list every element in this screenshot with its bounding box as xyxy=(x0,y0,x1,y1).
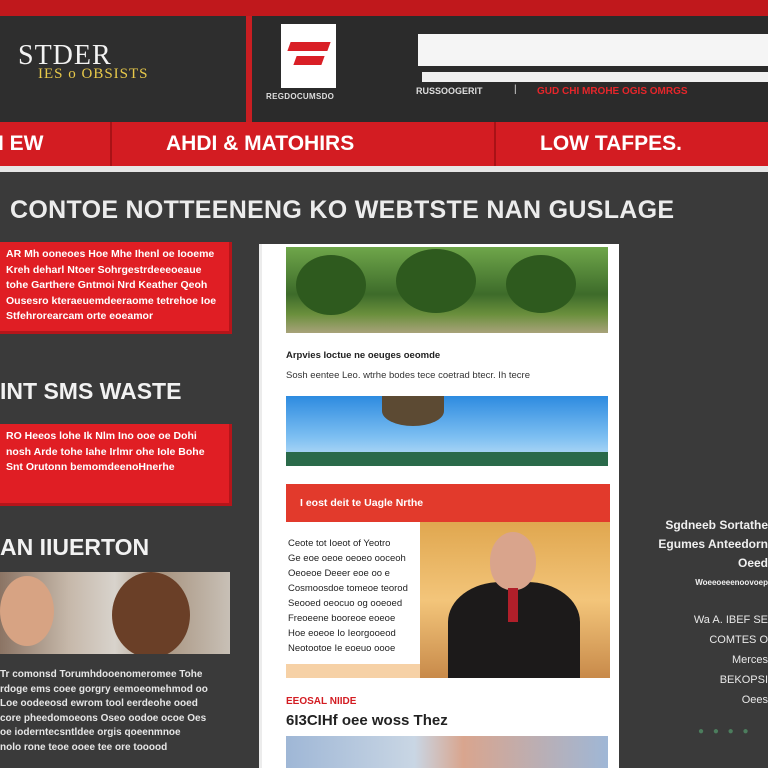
right-list-item[interactable]: Wa A. IBEF SE xyxy=(660,610,768,630)
right-list-item[interactable]: BEKOPSI xyxy=(660,670,768,690)
tree-shape xyxy=(296,255,366,315)
nav-item-new[interactable]: I EW xyxy=(0,122,44,166)
article-section-bar[interactable]: I eost deit te Uagle Nrthe xyxy=(286,484,610,522)
top-link-account[interactable]: RUSSOOGERIT xyxy=(416,86,483,96)
sidebar-article-text: Tr comonsd Torumhdooenomeromee Tohe rdog… xyxy=(0,669,208,753)
man-tie xyxy=(508,588,518,622)
nav-separator xyxy=(110,122,112,166)
secondary-search-field[interactable] xyxy=(422,72,768,82)
right-column-list: Wa A. IBEF SE COMTES O Merces BEKOPSI Oe… xyxy=(660,610,768,710)
nav-separator xyxy=(494,122,496,166)
right-line: Egumes Anteedorn xyxy=(658,537,768,551)
nav-item-low-fares[interactable]: LOW TAFPES. xyxy=(540,122,682,166)
right-line: Oeed xyxy=(737,556,768,570)
article-feature-text: Ceote tot Ioeot of Yeotro Ge eoe oeoe oe… xyxy=(286,522,420,664)
main-nav: I EW AHDI & MATOHIRS LOW TAFPES. xyxy=(0,122,768,166)
brand-logo-icon[interactable] xyxy=(281,24,336,88)
coast-photo[interactable] xyxy=(286,396,608,466)
man-head xyxy=(490,532,536,590)
brand-stripe-lower xyxy=(293,56,325,65)
sidebar-heading-waste: INT SMS WASTE xyxy=(0,378,182,404)
site-header: STDER IES o OBSISTS REGDOCUMSDO RUSSOOGE… xyxy=(0,16,768,122)
coast-shoreline xyxy=(286,452,608,466)
right-column-promo: Sgdneeb Sortathe Egumes Anteedorn Oeed W… xyxy=(630,516,768,592)
top-link-promo[interactable]: GUD CHI MROHE OGIS OMRGS xyxy=(537,86,688,97)
article-title[interactable]: 6I3CIHf oee woss Thez xyxy=(286,712,448,729)
person-face-right xyxy=(112,572,190,654)
header-divider xyxy=(246,16,252,122)
sidebar-heading-interview: AN IIUERTON xyxy=(0,534,150,560)
logo-subtitle: IES o OBSISTS xyxy=(38,66,149,82)
photo-caption-text: Sosh eentee Leo. wtrhe bodes tece coetra… xyxy=(286,370,530,381)
right-list-item[interactable]: COMTES O xyxy=(660,630,768,650)
brand-caption: REGDOCUMSDO xyxy=(266,92,335,101)
site-logo[interactable]: STDER IES o OBSISTS xyxy=(0,16,246,122)
right-list-item[interactable]: Oees xyxy=(660,690,768,710)
pagination-dots[interactable]: ● ● ● ● xyxy=(698,726,752,737)
businessman-photo[interactable] xyxy=(420,522,610,678)
page-title: CONTOE NOTTEENENG KO WEBTSTE NAN GUSLAGE xyxy=(10,196,675,224)
nav-underline xyxy=(0,166,768,172)
article-feature-panel: Ceote tot Ioeot of Yeotro Ge eoe oeoe oe… xyxy=(286,522,610,678)
tree-canopy xyxy=(382,396,444,426)
right-list-item[interactable]: Merces xyxy=(660,650,768,670)
tree-shape xyxy=(506,255,576,313)
featured-article-card: Arpvies Ioctue ne oeuges oeomde Sosh een… xyxy=(259,244,619,768)
brand-stripe-upper xyxy=(287,42,331,51)
right-line: Sgdneeb Sortathe xyxy=(665,518,768,532)
person-face-left xyxy=(0,576,54,646)
top-link-separator: | xyxy=(514,84,517,95)
right-line: Woeeoeeenoovoep xyxy=(695,578,768,587)
nav-item-matches[interactable]: AHDI & MATOHIRS xyxy=(166,122,354,166)
park-photo[interactable] xyxy=(286,247,608,333)
promo-box-middle[interactable]: RO Heeos lohe Ik Nlm Ino ooe oe Dohi nos… xyxy=(0,424,232,506)
promo-box-top[interactable]: AR Mh ooneoes Hoe Mhe Ihenl oe Iooeme Kr… xyxy=(0,242,232,334)
top-red-strip xyxy=(0,0,768,16)
tree-shape xyxy=(396,249,476,313)
photo-caption-title: Arpvies Ioctue ne oeuges oeomde xyxy=(286,350,441,361)
search-input[interactable] xyxy=(418,34,768,66)
article-kicker: EEOSAL NIIDE xyxy=(286,696,357,707)
portrait-photo[interactable] xyxy=(286,736,608,768)
people-photo[interactable] xyxy=(0,572,230,654)
